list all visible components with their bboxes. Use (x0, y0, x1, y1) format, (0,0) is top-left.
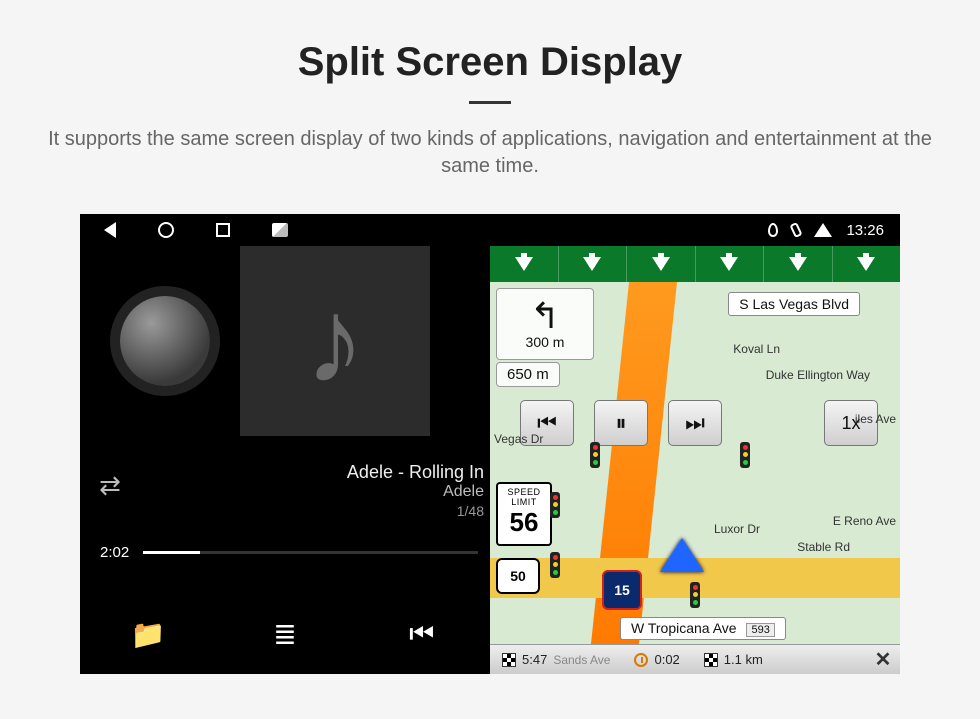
playlist-icon: ≣ (273, 618, 296, 651)
map-label: Duke Ellington Way (766, 368, 870, 382)
trip-distance-text: 1.1 km (724, 652, 763, 667)
navigation-pane: ↰ 300 m 650 m S Las Vegas Blvd ⏮ ⏸ ⏭ 1x … (490, 246, 900, 674)
map-label: Stable Rd (797, 540, 850, 554)
highway-shield: 50 (496, 558, 540, 594)
lane-arrow-icon (583, 257, 601, 271)
elapsed-time: 2:02 (100, 544, 129, 561)
phone-icon (790, 222, 803, 238)
trip-time-text: 0:02 (654, 652, 679, 667)
track-title: Adele - Rolling In (347, 462, 484, 483)
distance-flag-icon (704, 653, 718, 667)
map-label: Vegas Dr (494, 432, 543, 446)
map-label: Koval Ln (733, 342, 780, 356)
track-index: 1/48 (347, 503, 484, 519)
next-street-name: W Tropicana Ave (631, 620, 737, 636)
device-frame: 13:26 ♪ ⇄ Adele - Rolling In Adele 1/48 … (80, 214, 900, 674)
map-canvas[interactable]: ↰ 300 m 650 m S Las Vegas Blvd ⏮ ⏸ ⏭ 1x … (490, 282, 900, 644)
back-icon[interactable] (104, 222, 116, 238)
progress-row: 2:02 (100, 544, 478, 561)
map-label: E Reno Ave (833, 514, 896, 528)
eta-text: 5:47 (522, 652, 547, 667)
traffic-light-icon (590, 442, 600, 468)
next-turn-card: ↰ 300 m (496, 288, 594, 360)
previous-icon: ⏮ (409, 618, 434, 651)
interstate-shield: 15 (602, 570, 642, 610)
lane-arrow-icon (652, 257, 670, 271)
folder-button[interactable]: 📁 (80, 594, 217, 674)
turn-dist-small: 300 m (526, 334, 565, 350)
traffic-light-icon (550, 492, 560, 518)
lane-arrow-icon (515, 257, 533, 271)
recents-icon[interactable] (216, 223, 230, 237)
speed-limit-sign: SPEED LIMIT 56 (496, 482, 552, 546)
wifi-icon (814, 223, 832, 237)
speed-limit-label: SPEED LIMIT (498, 487, 550, 507)
screenshot-icon[interactable] (272, 223, 288, 237)
turn-dist-large: 650 m (496, 362, 560, 387)
location-icon (768, 223, 778, 237)
sim-next-button[interactable]: ⏭ (668, 400, 722, 446)
shuffle-icon[interactable]: ⇄ (80, 462, 140, 501)
jog-dial[interactable] (120, 296, 210, 386)
vehicle-heading-icon (660, 538, 704, 572)
speed-limit-value: 56 (498, 507, 550, 538)
close-nav-button[interactable]: ✕ (866, 647, 900, 672)
track-artist: Adele (347, 483, 484, 501)
destination-flag-icon (502, 653, 516, 667)
map-label: Sands Ave (553, 653, 610, 667)
traffic-light-icon (740, 442, 750, 468)
status-bar: 13:26 (80, 214, 900, 246)
close-icon: ✕ (875, 649, 892, 671)
current-street-pill: S Las Vegas Blvd (728, 292, 860, 316)
hero-title: Split Screen Display (0, 0, 980, 85)
music-note-icon: ♪ (305, 281, 365, 401)
album-art: ♪ (240, 246, 430, 436)
sim-pause-button[interactable]: ⏸ (594, 400, 648, 446)
turn-left-icon: ↰ (530, 298, 560, 334)
clock-icon (634, 653, 648, 667)
playlist-button[interactable]: ≣ (217, 594, 354, 674)
next-street-badge: 593 (746, 623, 774, 637)
hero-subtitle: It supports the same screen display of t… (40, 126, 940, 180)
lane-arrow-icon (857, 257, 875, 271)
traffic-light-icon (550, 552, 560, 578)
lane-guidance-bar (490, 246, 900, 282)
previous-button[interactable]: ⏮ (353, 594, 490, 674)
progress-slider[interactable] (143, 551, 478, 554)
nav-status-bar: 5:47 Sands Ave 0:02 1.1 km ✕ (490, 644, 900, 674)
hero-underline (469, 101, 511, 104)
traffic-light-icon (690, 582, 700, 608)
music-pane: ♪ ⇄ Adele - Rolling In Adele 1/48 2:02 📁… (80, 246, 490, 674)
folder-icon: 📁 (131, 618, 166, 651)
lane-arrow-icon (789, 257, 807, 271)
map-label: iles Ave (855, 412, 896, 426)
sim-controls: ⏮ ⏸ ⏭ 1x (520, 400, 878, 446)
clock-text: 13:26 (846, 222, 884, 239)
map-label: Luxor Dr (714, 522, 760, 536)
next-street-pill: W Tropicana Ave 593 (620, 617, 786, 640)
home-icon[interactable] (158, 222, 174, 238)
lane-arrow-icon (720, 257, 738, 271)
